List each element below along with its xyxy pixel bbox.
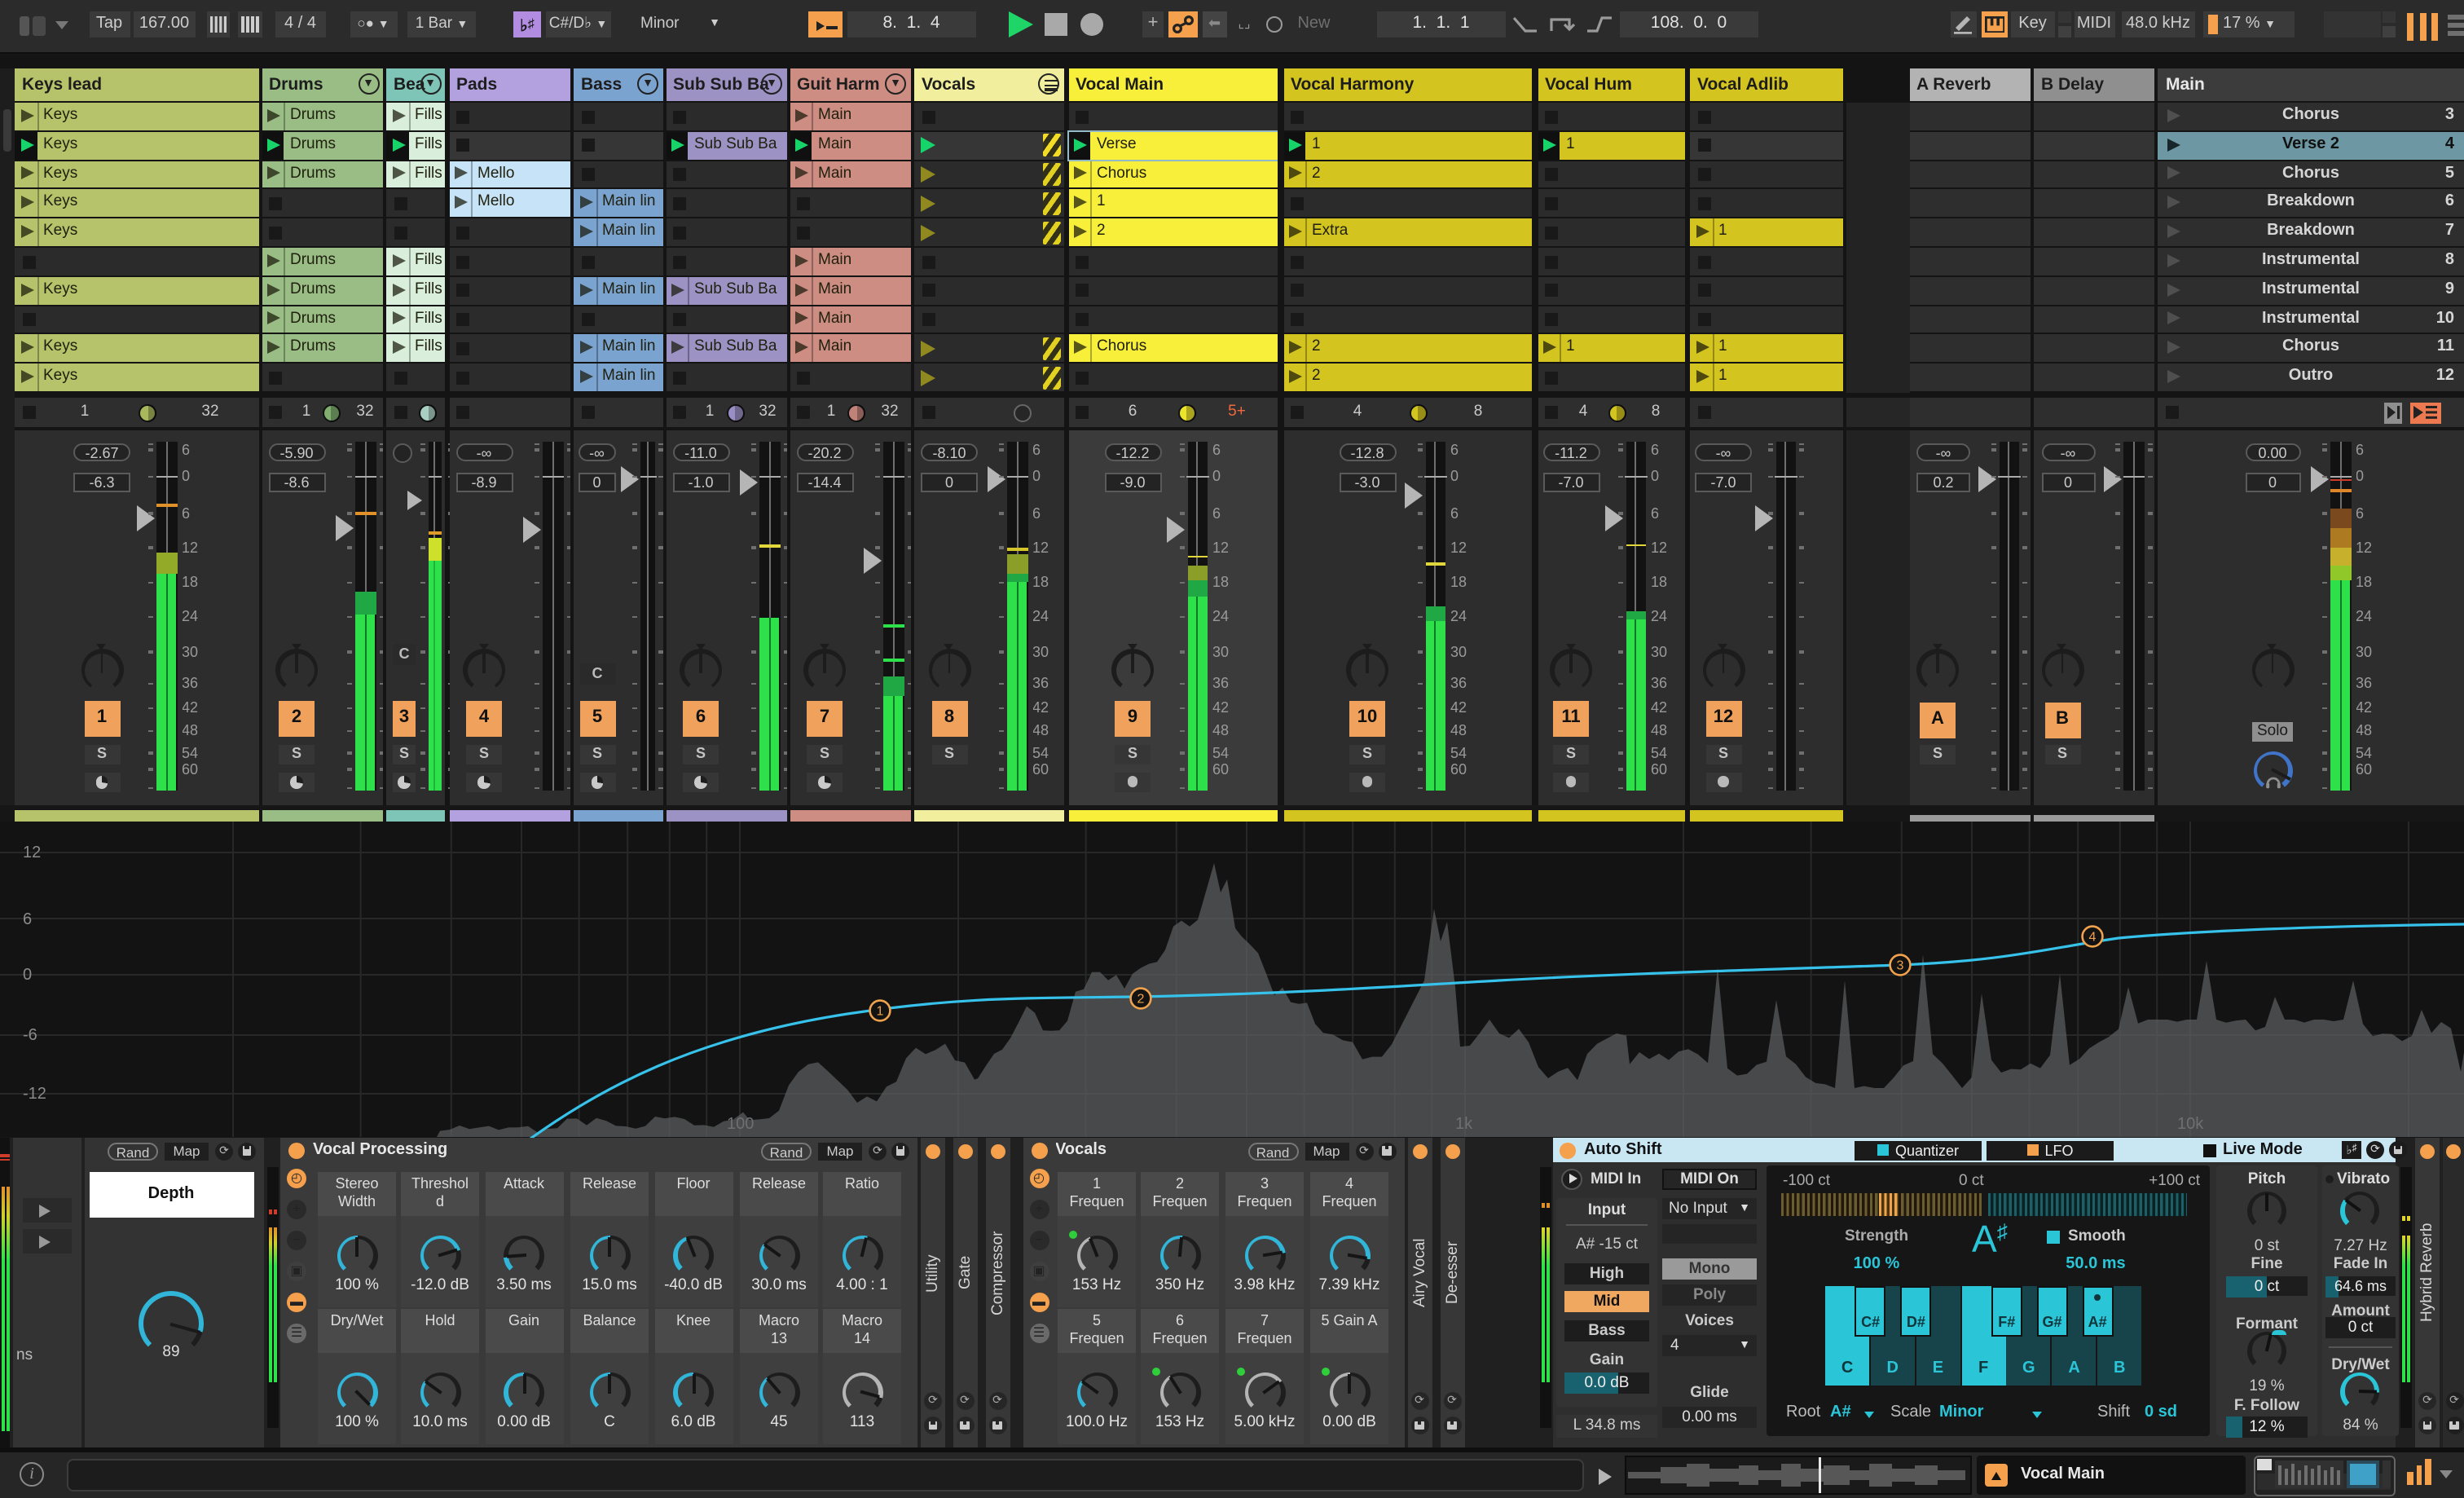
svg-text:6: 6 [23,910,32,928]
svg-text:3: 3 [1897,959,1904,973]
svg-text:12: 12 [23,844,41,861]
svg-text:10k: 10k [2177,1115,2204,1133]
svg-text:1: 1 [877,1005,884,1019]
svg-text:-12: -12 [23,1085,46,1103]
svg-text:1k: 1k [1455,1115,1473,1133]
svg-text:100: 100 [727,1115,754,1133]
svg-text:0: 0 [23,966,32,984]
svg-text:2: 2 [1137,993,1145,1007]
svg-text:-6: -6 [23,1026,37,1044]
svg-text:4: 4 [2089,931,2097,945]
